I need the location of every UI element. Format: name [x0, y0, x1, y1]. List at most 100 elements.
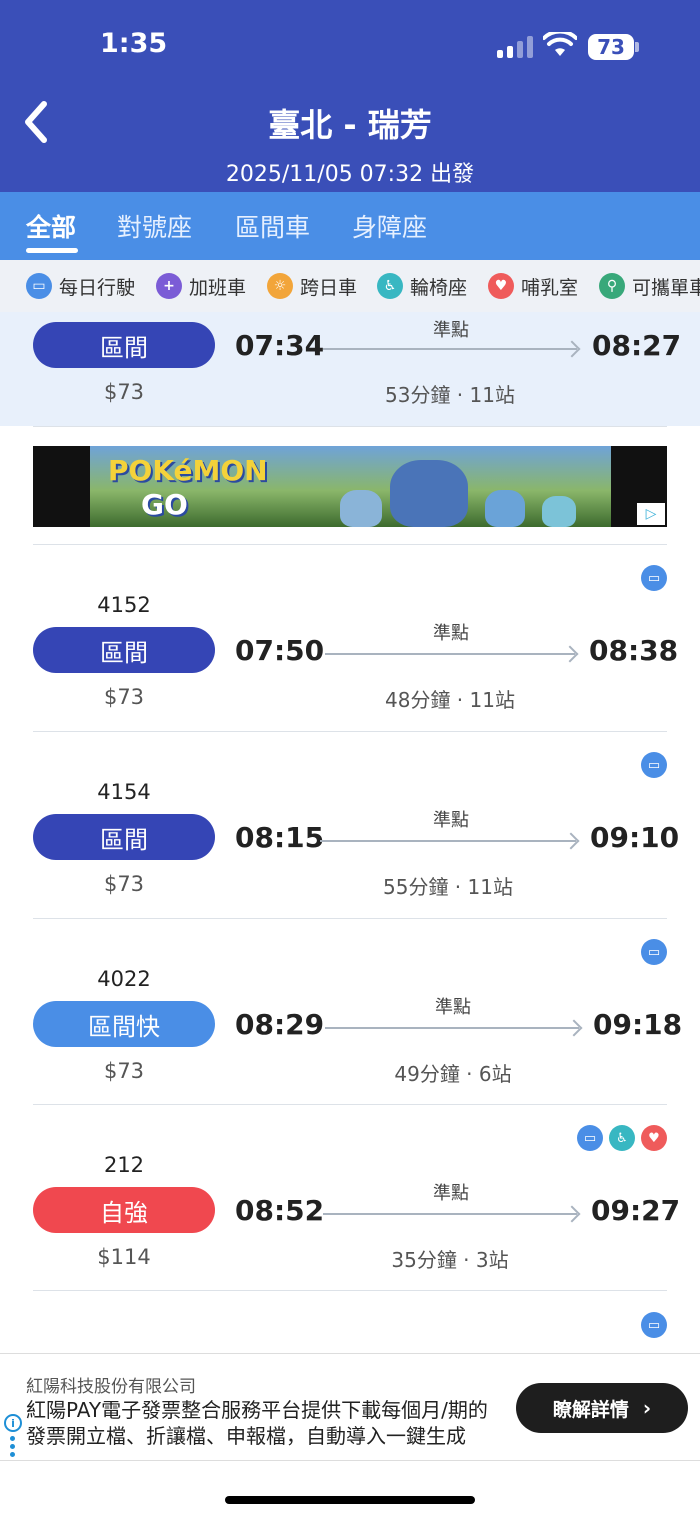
train-icon: ▭: [26, 273, 52, 299]
on-time-status: 準點: [433, 810, 469, 831]
train-type-badge: 區間: [33, 322, 215, 368]
ad-text-line: 紅陽PAY電子發票整合服務平台提供下載每個月/期的: [26, 1398, 488, 1422]
train-row[interactable]: ▭ 4152 區間 07:50 準點 08:38 $73 48分鐘 · 11站: [0, 545, 700, 731]
route-arrow: [325, 653, 575, 655]
chevron-right-icon: ›: [642, 1396, 652, 1420]
wifi-icon: [543, 32, 577, 56]
status-time: 1:35: [100, 28, 168, 59]
home-indicator[interactable]: [225, 1496, 475, 1504]
ad-character: [485, 490, 525, 527]
fare-price: $73: [103, 1059, 145, 1083]
train-type-badge: 區間: [33, 627, 215, 673]
filter-label: 輪椅座: [410, 276, 468, 299]
train-icon: ▭: [641, 565, 667, 591]
filter-nursing[interactable]: ♥ 哺乳室: [488, 272, 578, 300]
nursing-room-icon: ♥: [641, 1125, 667, 1151]
wheelchair-icon: ♿: [609, 1125, 635, 1151]
trip-duration: 53分鐘 · 11站: [385, 383, 515, 407]
arrive-time: 08:27: [592, 329, 682, 362]
ad-character: [340, 490, 382, 527]
route-arrow: [325, 1027, 579, 1029]
departure-datetime: 2025/11/05 07:32 出發: [225, 162, 475, 187]
bottom-ad-banner[interactable]: 紅陽科技股份有限公司 紅陽PAY電子發票整合服務平台提供下載每個月/期的 發票開…: [0, 1353, 700, 1461]
on-time-status: 準點: [433, 320, 469, 341]
battery-level: 73: [597, 35, 625, 59]
arrive-time: 09:27: [591, 1194, 681, 1227]
arrive-time: 09:10: [590, 821, 680, 854]
trip-duration: 35分鐘 · 3站: [391, 1248, 509, 1272]
on-time-status: 準點: [433, 1183, 469, 1204]
battery-icon: 73: [588, 34, 634, 60]
train-row[interactable]: 區間 07:34 準點 08:27 $73 53分鐘 · 11站: [0, 312, 700, 426]
train-type-badge: 自強: [33, 1187, 215, 1233]
route-arrow: [323, 1213, 577, 1215]
on-time-status: 準點: [433, 623, 469, 644]
overnight-icon: ☼: [267, 273, 293, 299]
trip-duration: 49分鐘 · 6站: [394, 1062, 512, 1086]
row-divider: [33, 426, 667, 427]
battery-cap: [635, 42, 639, 52]
route-arrow: [323, 348, 577, 350]
trip-duration: 55分鐘 · 11站: [383, 875, 513, 899]
filter-extra[interactable]: + 加班車: [156, 272, 246, 300]
arrive-time: 08:38: [589, 634, 679, 667]
tab-bar: 全部 對號座 區間車 身障座: [0, 192, 700, 260]
train-icon: ▭: [641, 1312, 667, 1338]
cellular-signal-icon: [497, 36, 535, 58]
filter-wheelchair[interactable]: ♿ 輪椅座: [377, 272, 467, 300]
depart-time: 08:29: [235, 1008, 325, 1041]
fare-price: $114: [97, 1245, 151, 1269]
tab-accessible-seat[interactable]: 身障座: [352, 208, 427, 244]
depart-time: 07:50: [235, 634, 325, 667]
app-header: 1:35 73 臺北 - 瑞芳 2025/11/05 07:32 出發: [0, 0, 700, 192]
learn-more-button[interactable]: 瞭解詳情 ›: [516, 1383, 688, 1433]
ad-character: [390, 460, 468, 527]
depart-time: 07:34: [235, 329, 325, 362]
ad-logo: POKéMON: [108, 454, 268, 487]
ad-logo-go: GO: [141, 488, 188, 521]
learn-more-label: 瞭解詳情: [552, 1398, 629, 1421]
filter-daily[interactable]: ▭ 每日行駛: [26, 272, 135, 300]
train-icon: ▭: [577, 1125, 603, 1151]
pokemon-go-ad-banner[interactable]: POKéMON GO ▷: [33, 446, 667, 527]
filter-label: 哺乳室: [521, 276, 579, 299]
train-icon: ▭: [641, 939, 667, 965]
ad-menu-icon[interactable]: [10, 1436, 16, 1460]
filter-bicycle[interactable]: ⚲ 可攜單車: [599, 272, 700, 300]
filter-overnight[interactable]: ☼ 跨日車: [267, 272, 357, 300]
arrive-time: 09:18: [593, 1008, 683, 1041]
train-row[interactable]: ▭ 4022 區間快 08:29 準點 09:18 $73 49分鐘 · 6站: [0, 919, 700, 1105]
filter-label: 跨日車: [300, 276, 358, 299]
ad-character: [542, 496, 576, 527]
depart-time: 08:52: [235, 1194, 325, 1227]
row-divider: [33, 1290, 667, 1291]
route-arrow: [320, 840, 576, 842]
tab-reserved-seat[interactable]: 對號座: [117, 208, 192, 244]
extra-train-icon: +: [156, 273, 182, 299]
trip-duration: 48分鐘 · 11站: [385, 688, 515, 712]
adchoices-icon[interactable]: ▷: [637, 503, 665, 525]
ad-info-icon[interactable]: i: [4, 1414, 22, 1432]
ad-text-line: 發票開立檔、折讓檔、申報檔，自動導入一鍵生成: [26, 1424, 466, 1448]
depart-time: 08:15: [235, 821, 325, 854]
train-row[interactable]: ▭ 4154 區間 08:15 準點 09:10 $73 55分鐘 · 11站: [0, 732, 700, 918]
filter-legend: ▭ 每日行駛 + 加班車 ☼ 跨日車 ♿ 輪椅座 ♥ 哺乳室 ⚲ 可攜單車: [0, 260, 700, 312]
fare-price: $73: [103, 685, 145, 709]
train-type-badge: 區間: [33, 814, 215, 860]
fare-price: $73: [103, 872, 145, 896]
bicycle-icon: ⚲: [599, 273, 625, 299]
tab-all[interactable]: 全部: [26, 208, 76, 244]
train-row[interactable]: ▭ ♿ ♥ 212 自強 08:52 準點 09:27 $114 35分鐘 · …: [0, 1105, 700, 1291]
train-number: 4152: [97, 593, 151, 617]
filter-label: 每日行駛: [59, 276, 136, 299]
train-type-badge: 區間快: [33, 1001, 215, 1047]
nursing-room-icon: ♥: [488, 273, 514, 299]
wheelchair-icon: ♿: [377, 273, 403, 299]
active-tab-indicator: [26, 248, 78, 253]
page-title: 臺北 - 瑞芳: [268, 106, 432, 144]
tab-local-train[interactable]: 區間車: [235, 208, 310, 244]
on-time-status: 準點: [435, 997, 471, 1018]
train-number: 4154: [97, 780, 151, 804]
train-number: 4022: [97, 967, 151, 991]
train-number: 212: [103, 1153, 145, 1177]
